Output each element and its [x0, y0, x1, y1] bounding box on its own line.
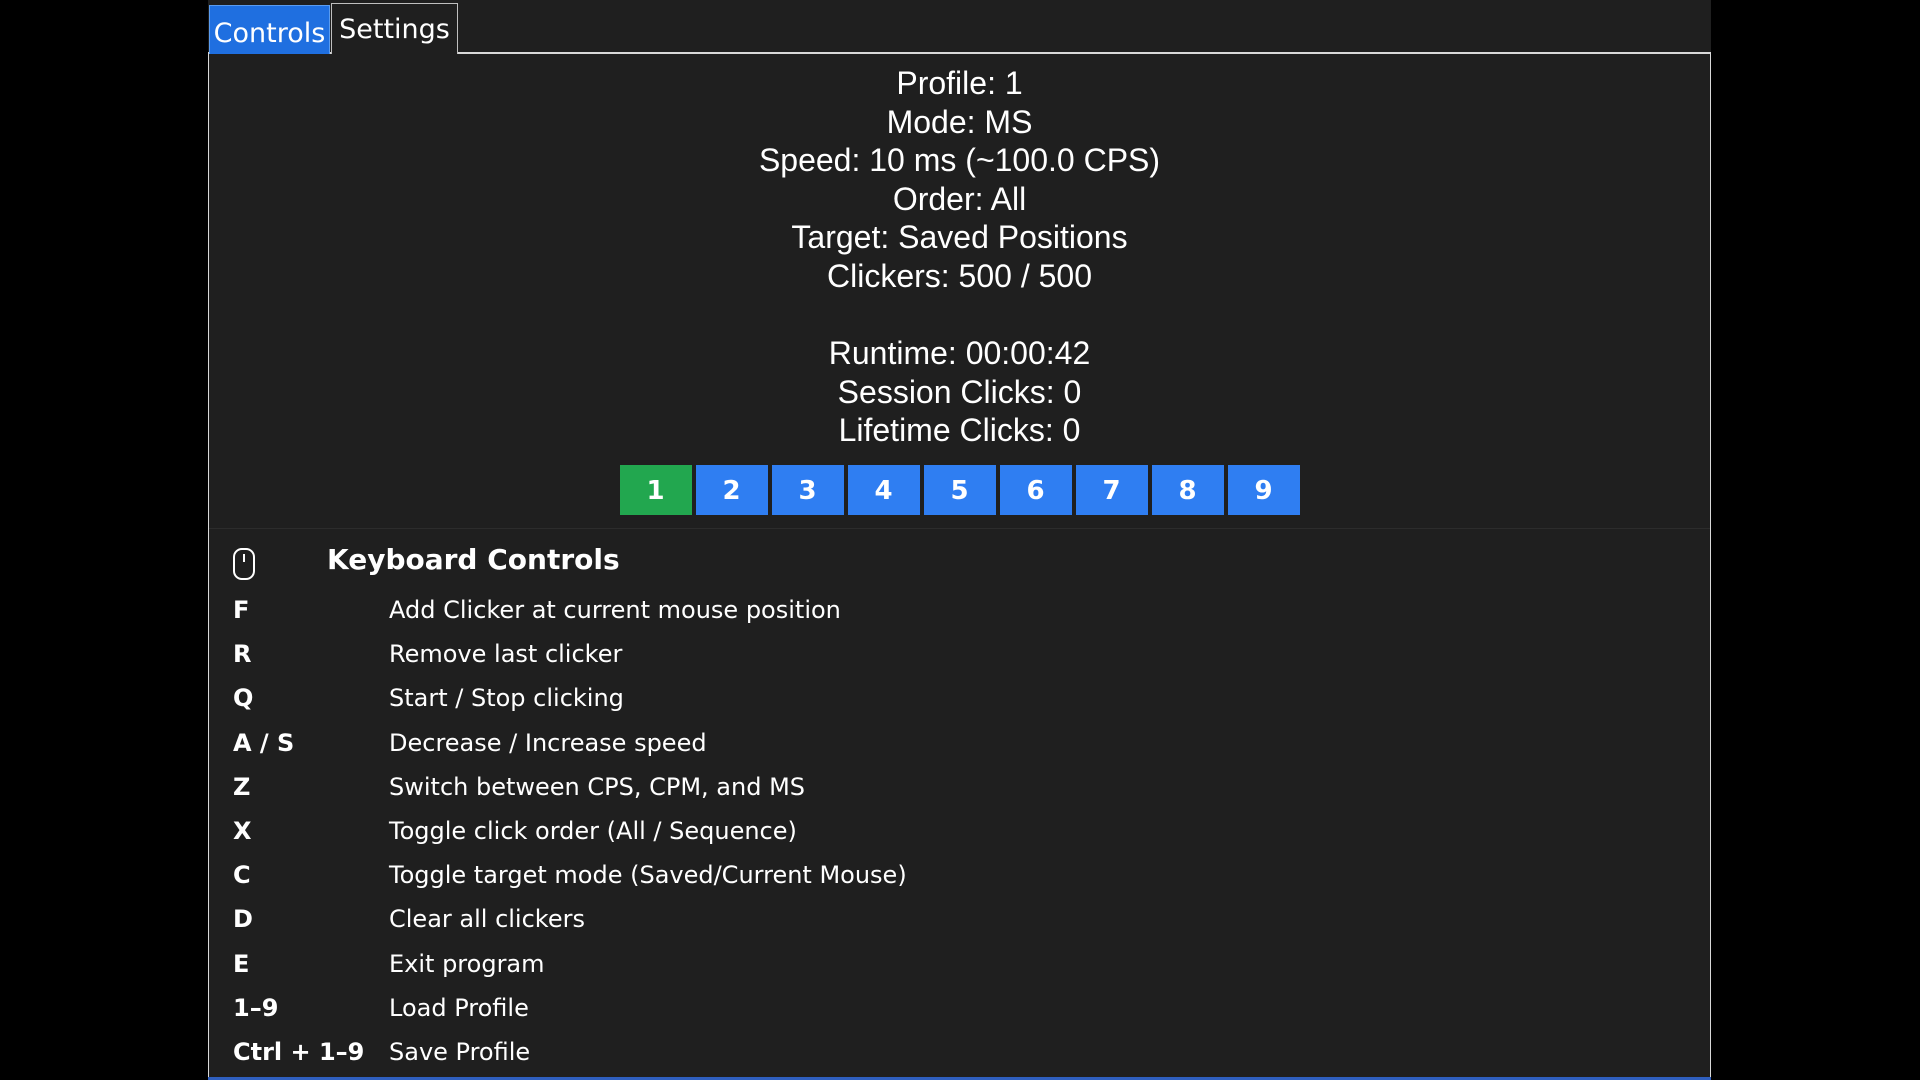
- profile-button-5[interactable]: 5: [923, 465, 996, 515]
- profile-button-2[interactable]: 2: [695, 465, 768, 515]
- keybind-key: E: [233, 949, 250, 978]
- status-spacer: [209, 296, 1710, 335]
- keybind-row: A / S Decrease / Increase speed: [209, 725, 1710, 769]
- status-block: Profile: 1 Mode: MS Speed: 10 ms (~100.0…: [209, 64, 1710, 450]
- keyboard-controls-header: Keyboard Controls: [209, 535, 1710, 589]
- tab-controls[interactable]: Controls: [209, 5, 330, 54]
- section-divider: [209, 528, 1710, 529]
- status-order: Order: All: [892, 180, 1027, 217]
- profile-button-3[interactable]: 3: [771, 465, 844, 515]
- mouse-icon: [233, 548, 255, 580]
- keybind-key: Q: [233, 684, 254, 713]
- keybind-key: Z: [233, 772, 251, 801]
- keyboard-controls-title: Keyboard Controls: [327, 543, 620, 576]
- keybind-row: E Exit program: [209, 946, 1710, 990]
- keybind-row: R Remove last clicker: [209, 636, 1710, 680]
- status-mode: Mode: MS: [886, 103, 1033, 140]
- status-profile: Profile: 1: [896, 65, 1023, 101]
- status-target: Target: Saved Positions: [791, 219, 1128, 256]
- controls-panel: Profile: 1 Mode: MS Speed: 10 ms (~100.0…: [208, 54, 1711, 1080]
- status-session-clicks: Session Clicks: 0: [837, 373, 1082, 410]
- status-runtime: Runtime: 00:00:42: [828, 335, 1091, 372]
- keybind-description: Add Clicker at current mouse position: [389, 596, 841, 624]
- keybind-description: Load Profile: [389, 993, 529, 1022]
- keybind-description: Toggle target mode (Saved/Current Mouse): [389, 861, 907, 890]
- keybind-description: Toggle click order (All / Sequence): [389, 816, 797, 845]
- keybind-row: Ctrl + 1–9 Save Profile: [209, 1034, 1710, 1078]
- tab-bar: Controls Settings: [208, 0, 1711, 54]
- keybind-key: F: [233, 596, 250, 624]
- profile-button-7[interactable]: 7: [1075, 465, 1148, 515]
- keybind-row: Q Start / Stop clicking: [209, 680, 1710, 724]
- keybind-row: F Add Clicker at current mouse position: [209, 592, 1710, 636]
- status-speed: Speed: 10 ms (~100.0 CPS): [758, 142, 1161, 179]
- keybind-row: C Toggle target mode (Saved/Current Mous…: [209, 857, 1710, 901]
- app-window: Controls Settings Profile: 1 Mode: MS Sp…: [208, 0, 1711, 1080]
- keyboard-controls-list: F Add Clicker at current mouse position …: [209, 592, 1710, 1078]
- profile-button-1[interactable]: 1: [619, 465, 692, 515]
- keybind-description: Save Profile: [389, 1037, 531, 1066]
- keybind-row: 1–9 Load Profile: [209, 990, 1710, 1034]
- keybind-key: X: [233, 816, 252, 845]
- keybind-description: Decrease / Increase speed: [389, 728, 707, 757]
- keybind-description: Switch between CPS, CPM, and MS: [389, 772, 806, 801]
- profile-button-4[interactable]: 4: [847, 465, 920, 515]
- profile-selector: 1 2 3 4 5 6 7 8 9: [209, 465, 1710, 515]
- keybind-key: C: [233, 861, 251, 890]
- keybind-key: R: [233, 640, 252, 669]
- keybind-key: D: [233, 905, 253, 934]
- profile-button-8[interactable]: 8: [1151, 465, 1224, 515]
- status-clickers: Clickers: 500 / 500: [826, 257, 1092, 294]
- status-lifetime-clicks: Lifetime Clicks: 0: [838, 412, 1081, 449]
- keybind-description: Exit program: [389, 949, 545, 978]
- keybind-description: Remove last clicker: [389, 640, 623, 669]
- keybind-description: Start / Stop clicking: [389, 684, 624, 713]
- profile-button-9[interactable]: 9: [1227, 465, 1300, 515]
- keybind-key: Ctrl + 1–9: [233, 1037, 365, 1066]
- keybind-row: Z Switch between CPS, CPM, and MS: [209, 769, 1710, 813]
- keybind-description: Clear all clickers: [389, 905, 585, 934]
- keybind-row: X Toggle click order (All / Sequence): [209, 813, 1710, 857]
- keybind-key: A / S: [233, 728, 295, 757]
- tab-settings[interactable]: Settings: [331, 3, 458, 54]
- keybind-row: D Clear all clickers: [209, 901, 1710, 945]
- profile-button-6[interactable]: 6: [999, 465, 1072, 515]
- keybind-key: 1–9: [233, 993, 279, 1022]
